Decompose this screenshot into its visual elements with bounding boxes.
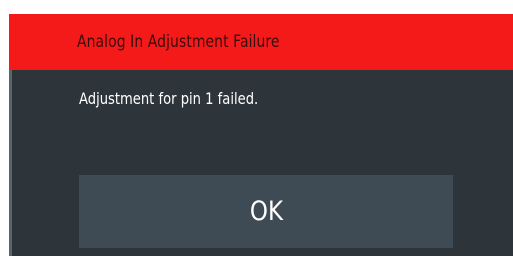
dialog-title: Analog In Adjustment Failure — [77, 32, 280, 52]
error-dialog: Analog In Adjustment Failure Adjustment … — [9, 14, 513, 256]
dialog-title-bar: Analog In Adjustment Failure — [9, 14, 513, 70]
ok-button-label: OK — [249, 196, 283, 227]
ok-button[interactable]: OK — [79, 175, 453, 248]
dialog-message: Adjustment for pin 1 failed. — [79, 89, 259, 108]
